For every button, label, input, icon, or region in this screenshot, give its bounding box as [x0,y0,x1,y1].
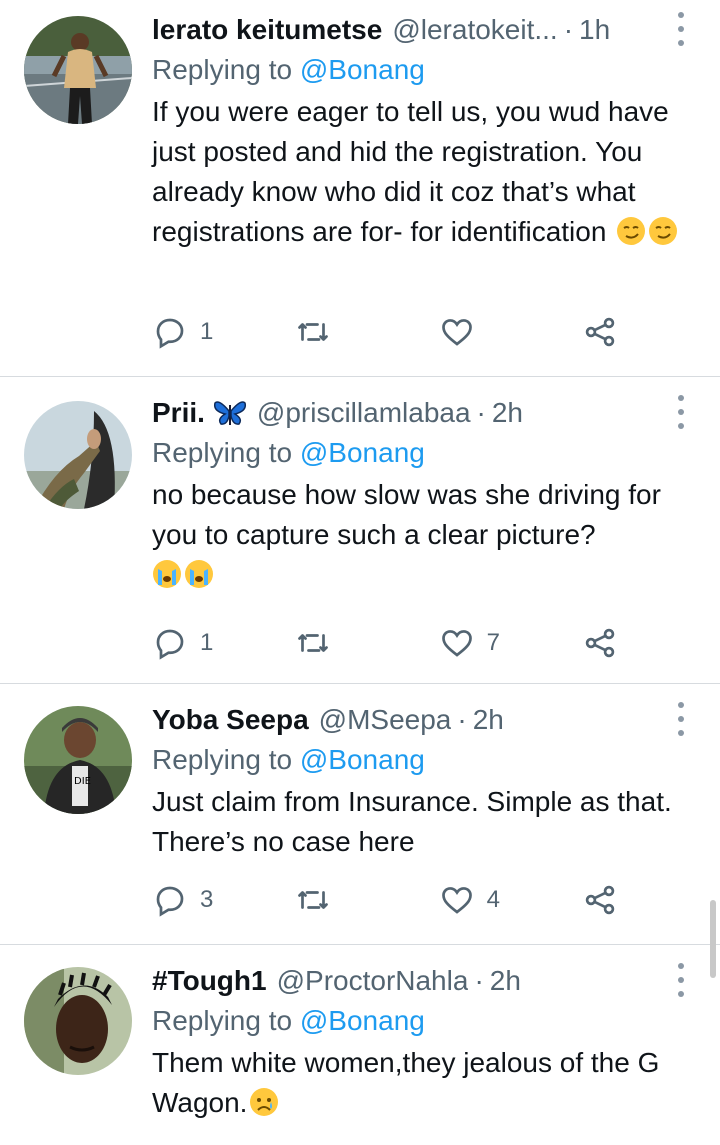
reply-button[interactable]: 1 [152,314,262,350]
user-handle[interactable]: @ProctorNahla [277,965,469,997]
retweet-icon [298,891,329,909]
tweet-text: If you were eager to tell us, you wud ha… [152,92,692,252]
user-handle[interactable]: @leratokeit... [392,14,557,46]
reply-count: 3 [200,886,214,913]
replying-to: Replying to @Bonang [152,740,692,780]
tweet-header: Yoba Seepa @MSeepa · 2h [152,700,692,740]
heart-icon [441,319,472,346]
retweet-button[interactable] [295,882,405,918]
avatar[interactable]: DIE [24,706,132,814]
tweet-text-content: If you were eager to tell us, you wud ha… [152,96,669,247]
smirking-face-emoji [616,216,646,246]
tweet-header: lerato keitumetse @leratokeit... · 1h [152,10,692,50]
timestamp[interactable]: 2h [490,965,521,997]
reply-button[interactable]: 1 [152,625,262,661]
tweet-text-content: Just claim from Insurance. Simple as tha… [152,786,672,857]
action-bar: 3 4 [152,880,622,920]
like-button[interactable]: 7 [439,625,549,661]
retweet-button[interactable] [295,625,405,661]
heart-icon [441,887,472,914]
mention-link[interactable]: @Bonang [300,54,425,85]
heart-icon [441,630,472,657]
avatar[interactable] [24,401,132,509]
timestamp[interactable]: 2h [492,397,523,429]
reply-icon [156,629,184,660]
user-handle[interactable]: @MSeepa [319,704,452,736]
replying-to-label: Replying to [152,1005,293,1036]
replying-to: Replying to @Bonang [152,433,692,473]
more-options-icon[interactable] [676,963,686,997]
action-bar: 1 [152,312,622,352]
retweet-icon [298,634,329,652]
mention-link[interactable]: @Bonang [300,437,425,468]
tweet-text-content: Them white women,they jealous of the G W… [152,1047,660,1118]
tweet-text: Just claim from Insurance. Simple as tha… [152,782,692,862]
more-options-icon[interactable] [676,12,686,46]
tweet[interactable]: Prii. @priscillamlabaa · 2h Replying to … [0,377,720,684]
user-handle[interactable]: @priscillamlabaa [257,397,471,429]
like-count: 4 [486,886,501,913]
tweet-text: Them white women,they jealous of the G W… [152,1043,692,1123]
like-button[interactable] [439,314,549,350]
retweet-button[interactable] [295,314,405,350]
display-name[interactable]: Yoba Seepa [152,704,309,736]
separator-dot: · [476,397,486,428]
crying-face-emoji [152,559,182,589]
like-count: 7 [486,629,501,656]
reply-count: 1 [200,629,214,656]
share-button[interactable] [582,882,622,918]
share-button[interactable] [582,314,622,350]
display-name[interactable]: lerato keitumetse [152,14,382,46]
mention-link[interactable]: @Bonang [300,1005,425,1036]
share-icon [585,628,615,658]
action-bar: 1 7 [152,623,622,663]
more-options-icon[interactable] [676,395,686,429]
crying-face-emoji [184,559,214,589]
replying-to: Replying to @Bonang [152,50,692,90]
separator-dot: · [457,704,467,735]
replying-to-label: Replying to [152,744,293,775]
reply-button[interactable]: 3 [152,882,262,918]
scrollbar-thumb[interactable] [710,900,716,978]
tweet-header: #Tough1 @ProctorNahla · 2h [152,961,692,1001]
tweet-text: no because how slow was she driving for … [152,475,692,595]
reply-icon [156,318,184,349]
tweet-text-content: no because how slow was she driving for … [152,479,661,550]
mention-link[interactable]: @Bonang [300,744,425,775]
timestamp[interactable]: 1h [579,14,610,46]
timestamp[interactable]: 2h [473,704,504,736]
reply-count: 1 [200,318,214,345]
avatar[interactable] [24,967,132,1075]
reply-icon [156,886,184,917]
tweet[interactable]: #Tough1 @ProctorNahla · 2h Replying to @… [0,945,720,1145]
like-button[interactable]: 4 [439,882,549,918]
retweet-icon [298,323,329,341]
more-options-icon[interactable] [676,702,686,736]
tweet[interactable]: DIE Yoba Seepa @MSeepa · 2h Replying to … [0,684,720,945]
replying-to-label: Replying to [152,54,293,85]
reply-feed: lerato keitumetse @leratokeit... · 1h Re… [0,0,720,1145]
display-name[interactable]: #Tough1 [152,965,267,997]
svg-text:DIE: DIE [74,776,91,787]
smirking-face-emoji [648,216,678,246]
sad-face-emoji [249,1087,279,1117]
replying-to: Replying to @Bonang [152,1001,692,1041]
butterfly-icon [213,399,247,427]
share-icon [585,885,615,915]
separator-dot: · [563,14,574,45]
tweet[interactable]: lerato keitumetse @leratokeit... · 1h Re… [0,0,720,377]
replying-to-label: Replying to [152,437,293,468]
display-name[interactable]: Prii. [152,397,205,429]
share-icon [585,317,615,347]
share-button[interactable] [582,625,622,661]
tweet-header: Prii. @priscillamlabaa · 2h [152,393,692,433]
avatar[interactable] [24,16,132,124]
separator-dot: · [474,965,484,996]
